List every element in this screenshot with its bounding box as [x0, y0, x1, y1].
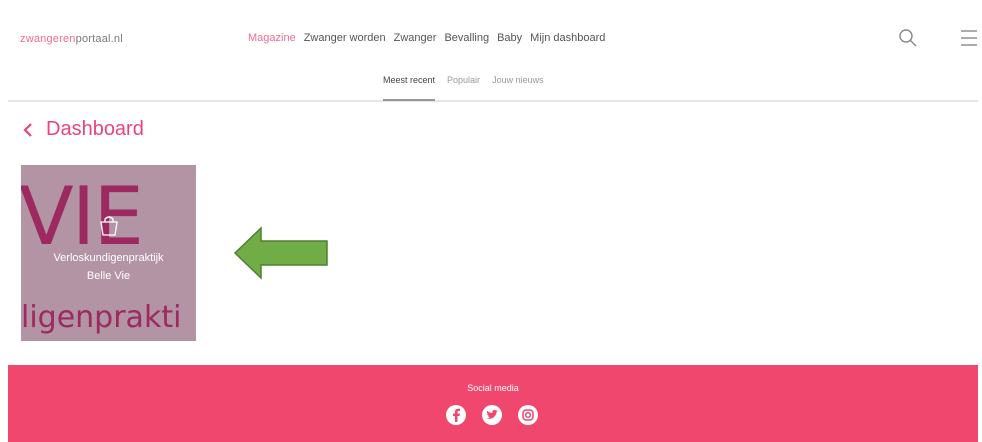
footer: Social media	[8, 365, 978, 442]
twitter-icon[interactable]	[481, 404, 503, 426]
nav-item-magazine[interactable]: Magazine	[248, 32, 296, 44]
practice-card[interactable]: VIE ligenprakti Verloskundigenpraktijk B…	[21, 165, 196, 341]
back-to-dashboard-link[interactable]: Dashboard	[22, 118, 144, 141]
nav-item-baby[interactable]: Baby	[497, 32, 522, 44]
nav-item-zwanger[interactable]: Zwanger	[394, 32, 437, 44]
top-navigation-bar: zwangerenportaal.nl Magazine Zwanger wor…	[8, 8, 978, 66]
card-title: Verloskundigenpraktijk Belle Vie	[21, 249, 196, 285]
back-link-label: Dashboard	[46, 118, 144, 140]
nav-item-bevalling[interactable]: Bevalling	[444, 32, 489, 44]
tab-jouw-nieuws[interactable]: Jouw nieuws	[492, 75, 544, 101]
site-logo[interactable]: zwangerenportaal.nl	[20, 33, 123, 45]
hamburger-menu-icon[interactable]	[960, 28, 978, 48]
logo-part-2: portaal.nl	[75, 33, 123, 45]
nav-item-zwanger-worden[interactable]: Zwanger worden	[304, 32, 386, 44]
card-title-line-1: Verloskundigenpraktijk	[53, 252, 164, 264]
green-arrow-left-icon	[233, 226, 328, 280]
footer-social-label: Social media	[467, 383, 519, 393]
shopping-bag-icon	[100, 216, 118, 236]
card-image-text-top: VIE	[21, 170, 144, 263]
logo-part-1: zwangeren	[20, 33, 76, 45]
instagram-icon[interactable]	[517, 404, 539, 426]
chevron-left-icon	[23, 122, 32, 137]
nav-item-mijn-dashboard[interactable]: Mijn dashboard	[530, 32, 605, 44]
card-image-text-bottom: ligenprakti	[21, 300, 182, 335]
card-title-line-2: Belle Vie	[86, 270, 131, 282]
social-icons	[445, 404, 553, 426]
sub-nav-tabs: Meest recent Populair Jouw nieuws	[383, 75, 556, 101]
search-icon[interactable]	[898, 28, 918, 48]
tab-meest-recent[interactable]: Meest recent	[383, 75, 436, 101]
facebook-icon[interactable]	[445, 404, 467, 426]
sub-navigation: Meest recent Populair Jouw nieuws	[8, 66, 978, 102]
main-nav: Magazine Zwanger worden Zwanger Bevallin…	[248, 32, 613, 44]
tab-populair[interactable]: Populair	[447, 75, 480, 101]
page: zwangerenportaal.nl Magazine Zwanger wor…	[0, 0, 982, 442]
